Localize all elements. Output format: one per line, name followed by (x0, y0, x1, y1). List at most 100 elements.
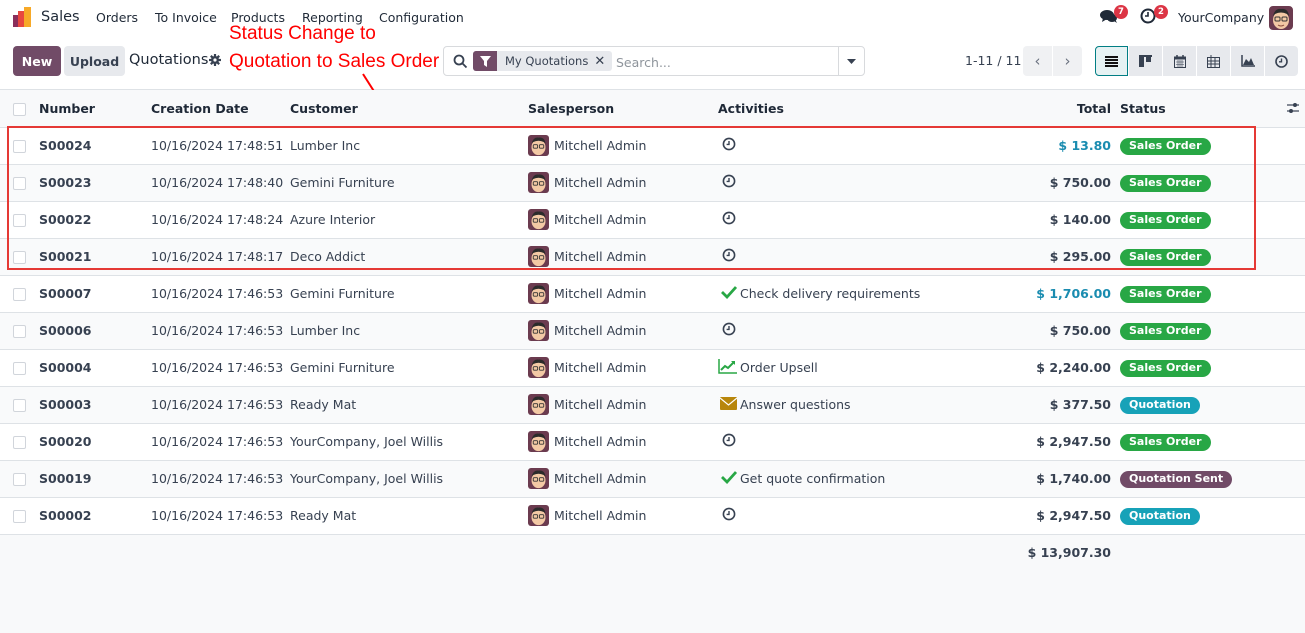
row-checkbox[interactable] (13, 473, 26, 486)
salesperson-avatar[interactable] (528, 394, 549, 415)
clock-icon[interactable] (722, 433, 736, 447)
column-number[interactable]: Number (39, 90, 151, 128)
order-number: S00023 (39, 175, 92, 190)
clock-icon[interactable] (722, 211, 736, 225)
line-chart-icon (718, 358, 737, 374)
row-checkbox[interactable] (13, 214, 26, 227)
table-row[interactable]: S00004 10/16/2024 17:46:53 Gemini Furnit… (0, 349, 1305, 386)
activity-cell[interactable] (718, 423, 934, 460)
column-activities[interactable]: Activities (718, 90, 934, 128)
upload-button[interactable]: Upload (64, 46, 125, 76)
status-cell: Quotation (1120, 497, 1275, 534)
clock-icon[interactable] (722, 322, 736, 336)
table-row[interactable]: S00024 10/16/2024 17:48:51 Lumber Inc Mi… (0, 127, 1305, 164)
app-logo-icon[interactable] (12, 7, 34, 27)
customer-name: Lumber Inc (290, 323, 361, 338)
row-checkbox[interactable] (13, 177, 26, 190)
column-creation-date[interactable]: Creation Date (151, 90, 290, 128)
search-options-toggle[interactable] (838, 47, 864, 75)
row-checkbox[interactable] (13, 399, 26, 412)
search-input[interactable] (616, 52, 836, 72)
row-select-cell (0, 164, 39, 201)
activity-cell[interactable]: Check delivery requirements (718, 275, 934, 312)
app-name[interactable]: Sales (41, 9, 80, 25)
table-row[interactable]: S00007 10/16/2024 17:46:53 Gemini Furnit… (0, 275, 1305, 312)
table-row[interactable]: S00019 10/16/2024 17:46:53 YourCompany, … (0, 460, 1305, 497)
table-row[interactable]: S00020 10/16/2024 17:46:53 YourCompany, … (0, 423, 1305, 460)
order-number: S00020 (39, 434, 92, 449)
order-number: S00006 (39, 323, 92, 338)
company-switcher[interactable]: YourCompany (1178, 10, 1264, 25)
salesperson-avatar[interactable] (528, 320, 549, 341)
menu-configuration[interactable]: Configuration (379, 10, 464, 25)
row-checkbox[interactable] (13, 510, 26, 523)
quotations-table: Number Creation Date Customer Salesperso… (0, 90, 1305, 570)
view-pivot-button[interactable] (1197, 46, 1230, 76)
salesperson-avatar[interactable] (528, 209, 549, 230)
salesperson-avatar[interactable] (528, 246, 549, 267)
clock-icon[interactable] (722, 248, 736, 262)
activity-cell[interactable]: Answer questions (718, 386, 934, 423)
column-customer[interactable]: Customer (290, 90, 528, 128)
activity-cell[interactable] (718, 127, 934, 164)
table-row[interactable]: S00023 10/16/2024 17:48:40 Gemini Furnit… (0, 164, 1305, 201)
menu-to-invoice[interactable]: To Invoice (155, 10, 217, 25)
view-graph-button[interactable] (1231, 46, 1264, 76)
table-row[interactable]: S00003 10/16/2024 17:46:53 Ready Mat Mit… (0, 386, 1305, 423)
status-badge: Sales Order (1120, 285, 1211, 303)
select-all-checkbox[interactable] (13, 102, 26, 116)
creation-date: 10/16/2024 17:48:24 (151, 212, 284, 227)
clock-icon[interactable] (722, 137, 736, 151)
row-checkbox[interactable] (13, 325, 26, 338)
table-row[interactable]: S00022 10/16/2024 17:48:24 Azure Interio… (0, 201, 1305, 238)
row-checkbox[interactable] (13, 140, 26, 153)
row-checkbox[interactable] (13, 436, 26, 449)
messages-button[interactable]: 7 (1100, 5, 1128, 26)
salesperson-avatar[interactable] (528, 283, 549, 304)
facet-remove-button[interactable]: ✕ (594, 54, 612, 69)
activity-cell[interactable] (718, 164, 934, 201)
view-list-button[interactable] (1095, 46, 1128, 76)
salesperson-cell: Mitchell Admin (528, 238, 718, 275)
salesperson-avatar[interactable] (528, 172, 549, 193)
pager-previous-button[interactable]: ‹ (1023, 46, 1052, 76)
menu-orders[interactable]: Orders (96, 10, 138, 25)
salesperson-cell: Mitchell Admin (528, 127, 718, 164)
salesperson-avatar[interactable] (528, 431, 549, 452)
view-activity-button[interactable] (1265, 46, 1298, 76)
row-checkbox[interactable] (13, 251, 26, 264)
clock-icon[interactable] (722, 174, 736, 188)
column-salesperson[interactable]: Salesperson (528, 90, 718, 128)
activity-summary: Get quote confirmation (740, 471, 886, 486)
salesperson-avatar[interactable] (528, 135, 549, 156)
pager-next-button[interactable]: › (1053, 46, 1082, 76)
optional-columns-toggle-icon[interactable] (1287, 102, 1299, 114)
column-total[interactable]: Total (934, 90, 1120, 128)
table-row[interactable]: S00006 10/16/2024 17:46:53 Lumber Inc Mi… (0, 312, 1305, 349)
table-row[interactable]: S00021 10/16/2024 17:48:17 Deco Addict M… (0, 238, 1305, 275)
pager-value[interactable]: 1-11 / 11 (965, 53, 1021, 68)
view-calendar-button[interactable] (1163, 46, 1196, 76)
salesperson-avatar[interactable] (528, 505, 549, 526)
row-checkbox[interactable] (13, 288, 26, 301)
gear-icon[interactable] (209, 54, 221, 66)
salesperson-cell: Mitchell Admin (528, 497, 718, 534)
activity-cell[interactable]: Get quote confirmation (718, 460, 934, 497)
activities-button[interactable]: 2 (1140, 5, 1168, 26)
user-avatar[interactable] (1269, 6, 1293, 30)
salesperson-avatar[interactable] (528, 357, 549, 378)
table-row[interactable]: S00002 10/16/2024 17:46:53 Ready Mat Mit… (0, 497, 1305, 534)
view-kanban-button[interactable] (1129, 46, 1162, 76)
order-total: $ 2,947.50 (1036, 434, 1111, 449)
new-button[interactable]: New (13, 46, 61, 76)
salesperson-avatar[interactable] (528, 468, 549, 489)
row-checkbox[interactable] (13, 362, 26, 375)
activity-cell[interactable] (718, 238, 934, 275)
activity-cell[interactable]: Order Upsell (718, 349, 934, 386)
activity-cell[interactable] (718, 497, 934, 534)
activity-cell[interactable] (718, 201, 934, 238)
column-status[interactable]: Status (1120, 90, 1275, 128)
clock-icon[interactable] (722, 507, 736, 521)
activity-cell[interactable] (718, 312, 934, 349)
order-total: $ 377.50 (1049, 397, 1111, 412)
